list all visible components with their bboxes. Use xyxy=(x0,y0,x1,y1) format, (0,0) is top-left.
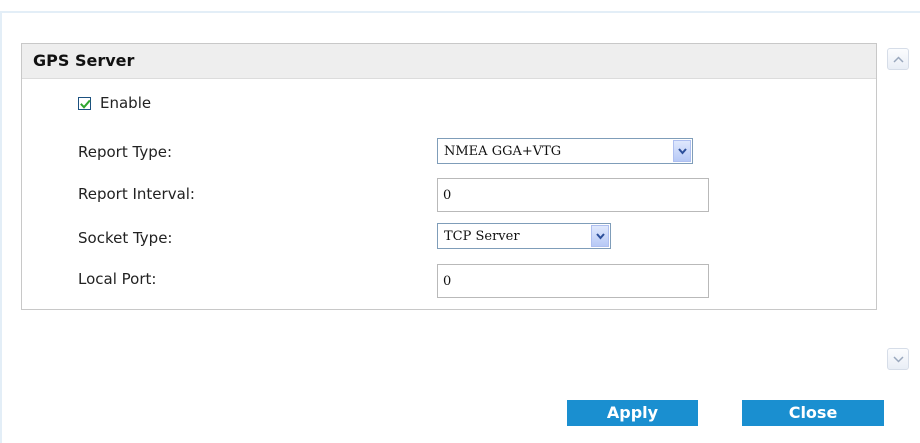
chevron-up-icon xyxy=(893,56,904,63)
socket-type-label: Socket Type: xyxy=(78,229,173,247)
panel-title: GPS Server xyxy=(33,51,135,70)
scroll-up-button[interactable] xyxy=(887,48,909,70)
socket-type-dropdown-button[interactable] xyxy=(591,225,609,247)
vertical-scrollbar[interactable] xyxy=(887,48,909,378)
chevron-down-icon xyxy=(596,233,605,240)
report-type-dropdown-button[interactable] xyxy=(673,140,691,162)
apply-button[interactable]: Apply xyxy=(567,400,698,426)
enable-row: Enable xyxy=(78,94,151,112)
checkmark-icon xyxy=(80,99,91,109)
report-type-label: Report Type: xyxy=(78,143,172,161)
chevron-down-icon xyxy=(678,148,687,155)
enable-label: Enable xyxy=(100,94,152,112)
close-button[interactable]: Close xyxy=(742,400,884,426)
report-interval-label: Report Interval: xyxy=(78,185,195,203)
chevron-down-icon xyxy=(893,356,904,363)
local-port-input[interactable] xyxy=(437,264,709,298)
report-type-value: NMEA GGA+VTG xyxy=(444,144,562,159)
panel-header: GPS Server xyxy=(22,44,876,79)
gps-server-panel: GPS Server Enable Report Type: NMEA GGA+… xyxy=(21,43,877,310)
dialog-left-border xyxy=(0,11,2,443)
enable-checkbox[interactable] xyxy=(78,96,91,110)
local-port-label: Local Port: xyxy=(78,270,157,288)
dialog-top-border xyxy=(0,11,920,13)
report-interval-input[interactable] xyxy=(437,178,709,212)
scroll-down-button[interactable] xyxy=(887,348,909,370)
gps-server-dialog: GPS Server Enable Report Type: NMEA GGA+… xyxy=(0,0,920,443)
socket-type-value: TCP Server xyxy=(444,229,520,244)
report-type-select[interactable]: NMEA GGA+VTG xyxy=(437,138,693,164)
socket-type-select[interactable]: TCP Server xyxy=(437,223,611,249)
